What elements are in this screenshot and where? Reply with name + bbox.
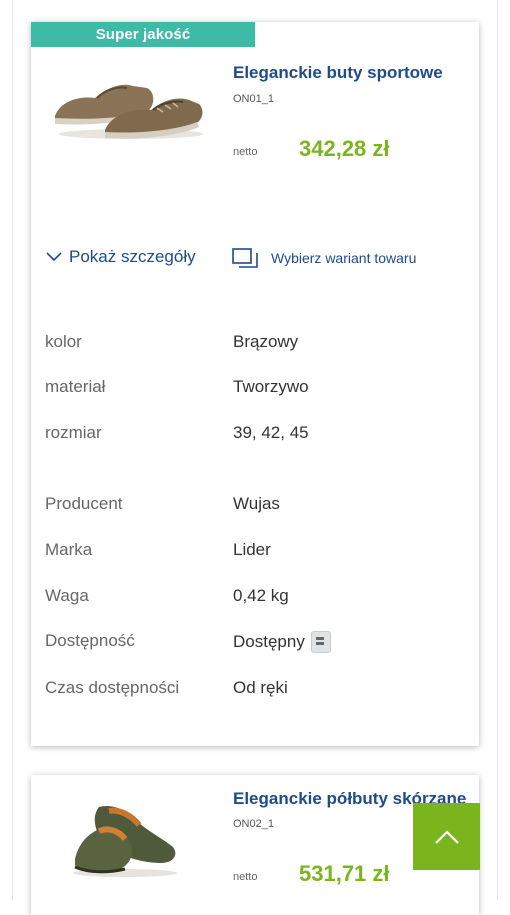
product-image[interactable] [51,70,203,142]
info-value: 0,42 kg [233,586,289,605]
product-card: Eleganckie półbuty skórzane ON02_1 netto… [31,775,479,915]
info-key: Czas dostępności [45,678,180,697]
attribute-key: materiał [45,377,106,396]
info-key: Marka [45,540,93,559]
product-price: 531,71 zł [299,861,390,886]
show-details-label: Pokaż szczegóły [69,247,196,266]
info-key: Dostępność [45,631,135,650]
attribute-row: kolor Brązowy [45,332,465,354]
info-row: Producent Wujas [45,494,465,516]
attribute-row: rozmiar 39, 42, 45 [45,423,465,445]
attribute-value: Tworzywo [233,377,309,396]
info-row: Dostępność Dostępny [45,631,465,653]
variant-icon [232,248,258,268]
netto-label: netto [233,871,258,883]
product-image[interactable] [69,793,181,879]
availability-icon [310,631,331,653]
product-price: 342,28 zł [299,136,390,161]
chevron-up-icon [434,829,459,844]
attribute-key: rozmiar [45,423,102,442]
attribute-row: materiał Tworzywo [45,377,465,399]
attribute-value: Brązowy [233,332,299,351]
product-title[interactable]: Eleganckie buty sportowe [233,63,443,83]
quality-badge: Super jakość [31,22,255,47]
info-value-availability: Dostępny [233,631,331,653]
attribute-key: kolor [45,332,82,351]
info-row: Czas dostępności Od ręki [45,678,465,700]
scroll-to-top-button[interactable] [413,803,480,870]
chevron-down-icon [46,252,62,262]
product-code: ON02_1 [233,818,274,830]
choose-variant-button[interactable]: Wybierz wariant towaru [231,247,416,269]
info-row: Waga 0,42 kg [45,586,465,608]
attribute-value: 39, 42, 45 [233,423,309,442]
info-value: Od ręki [233,678,288,697]
product-code: ON01_1 [233,93,274,105]
info-value: Lider [233,540,271,559]
product-card: Super jakość Eleganckie buty sportowe ON… [31,22,479,746]
show-details-button[interactable]: Pokaż szczegóły [45,247,196,267]
choose-variant-label: Wybierz wariant towaru [271,250,417,266]
info-value: Wujas [233,494,280,513]
availability-text: Dostępny [233,632,305,651]
info-key: Waga [45,586,89,605]
info-key: Producent [45,494,123,513]
netto-label: netto [233,146,258,158]
info-row: Marka Lider [45,540,465,562]
